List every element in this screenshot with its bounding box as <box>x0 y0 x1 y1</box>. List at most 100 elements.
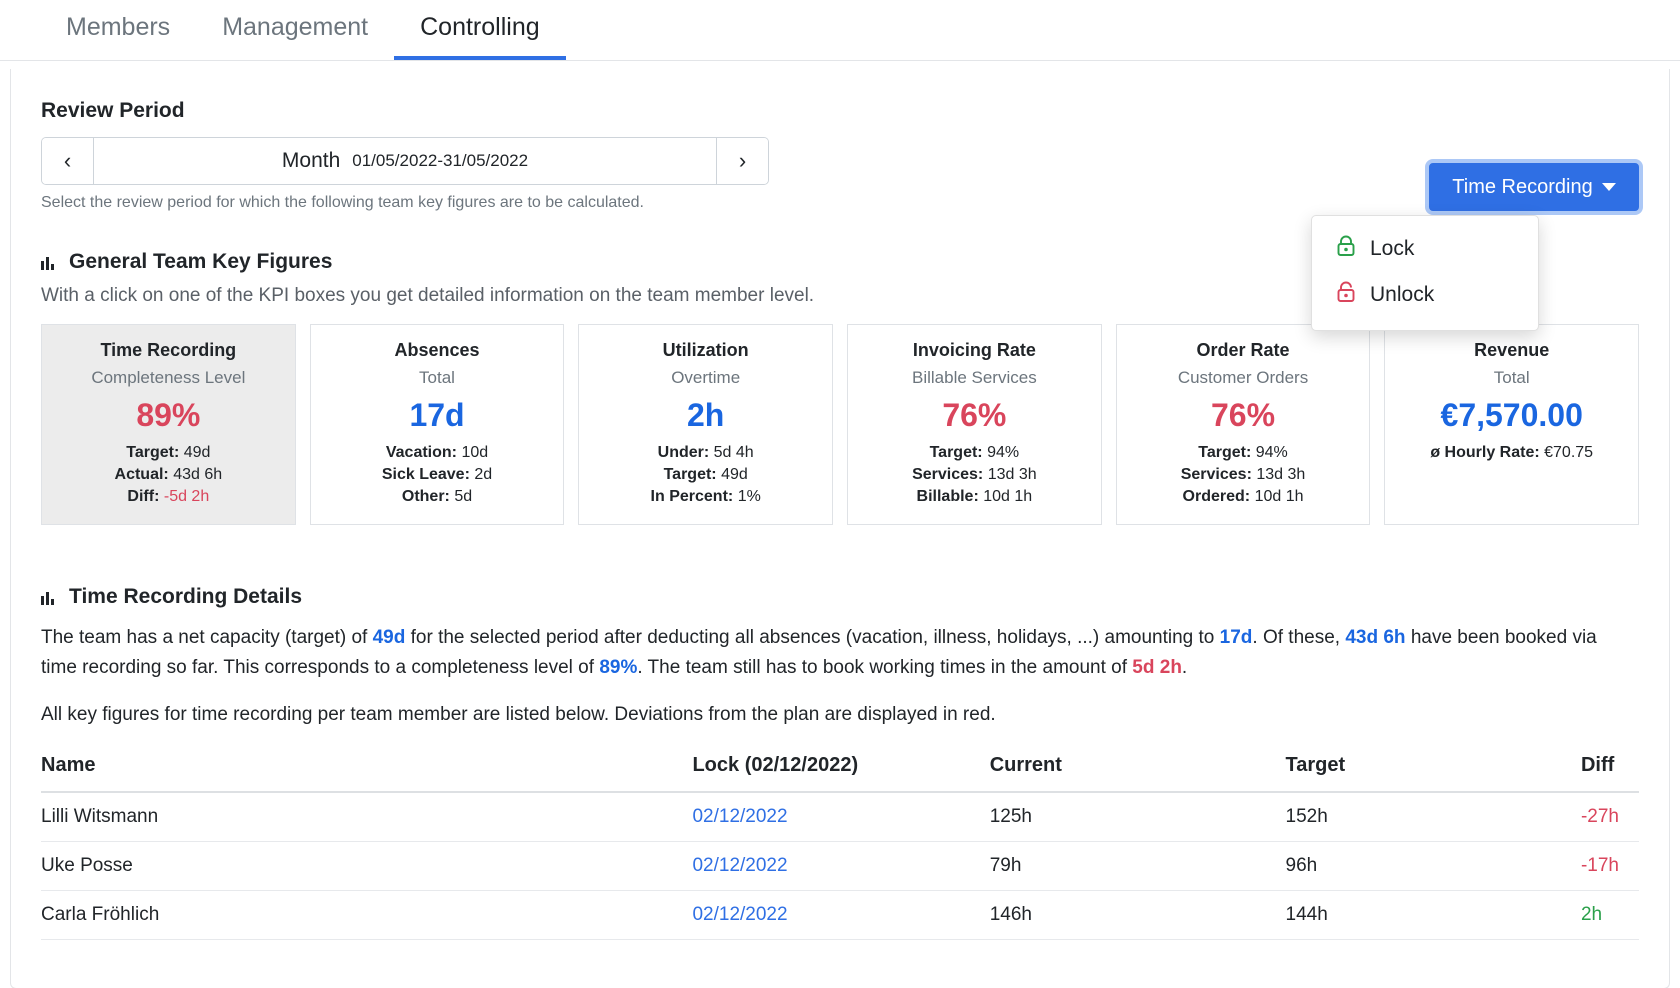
menu-item-unlock-label: Unlock <box>1370 283 1435 306</box>
kpi-detail-value: €70.75 <box>1544 444 1594 462</box>
lock-open-icon <box>1336 281 1356 309</box>
time-recording-button-label: Time Recording <box>1452 175 1593 198</box>
table-row: Uke Posse 02/12/2022 79h 96h -17h <box>41 841 1639 892</box>
cell-current: 146h <box>989 890 1286 941</box>
kpi-detail-label: Target: <box>1198 444 1252 462</box>
kpi-title: Time Recording <box>100 340 237 360</box>
kpi-detail-line: Actual: 43d 6h <box>50 466 287 484</box>
details-value-remaining: 5d 2h <box>1132 656 1182 678</box>
cell-lock-date-link[interactable]: 02/12/2022 <box>692 806 787 827</box>
details-text-5: . The team still has to book working tim… <box>637 656 1133 678</box>
cell-diff: 2h <box>1580 904 1603 926</box>
kpi-detail-label: In Percent: <box>650 488 734 506</box>
time-recording-dropdown: Time Recording Lock Unlock <box>1311 163 1639 331</box>
controlling-page: Members Management Controlling Review Pe… <box>0 0 1680 988</box>
period-display[interactable]: Month 01/05/2022-31/05/2022 <box>94 138 716 184</box>
kpi-detail-label: Diff: <box>127 488 160 506</box>
kpi-row: Time Recording Completeness Level 89% Ta… <box>41 324 1640 526</box>
kpi-title: Absences <box>394 340 480 360</box>
tab-management[interactable]: Management <box>196 15 394 60</box>
kpi-detail-label: Other: <box>401 488 450 506</box>
kpi-value: 17d <box>409 397 465 433</box>
kpi-detail-value: 13d 3h <box>987 466 1037 484</box>
kpi-box-invoicing-rate[interactable]: Invoicing Rate Billable Services 76% Tar… <box>847 324 1102 526</box>
chevron-down-icon <box>1601 183 1616 191</box>
kpi-box-utilization[interactable]: Utilization Overtime 2h Under: 5d 4h Tar… <box>578 324 834 526</box>
tab-members[interactable]: Members <box>40 15 196 60</box>
cell-name: Lilli Witsmann <box>41 792 693 843</box>
cell-target: 144h <box>1285 890 1581 941</box>
time-recording-button[interactable]: Time Recording <box>1429 163 1639 211</box>
kpi-detail-label: Services: <box>912 466 984 484</box>
kpi-detail-label: Sick Leave: <box>381 466 470 484</box>
kpi-detail-line: Services: 13d 3h <box>1125 466 1362 484</box>
kpi-value: 76% <box>1211 397 1276 433</box>
tab-controlling[interactable]: Controlling <box>394 15 566 60</box>
menu-item-unlock[interactable]: Unlock <box>1312 272 1538 318</box>
kpi-detail-value: 1% <box>737 488 761 506</box>
kpi-detail-line: ø Hourly Rate: €70.75 <box>1393 444 1630 462</box>
cell-current: 79h <box>989 841 1286 892</box>
kpi-detail-line: Billable: 10d 1h <box>856 488 1093 506</box>
kpi-detail-label: Billable: <box>916 488 979 506</box>
cell-lock-date-link[interactable]: 02/12/2022 <box>692 855 787 876</box>
kpi-box-absences[interactable]: Absences Total 17d Vacation: 10d Sick Le… <box>309 324 565 526</box>
kpi-detail-line: Vacation: 10d <box>319 444 556 462</box>
period-prev-button[interactable]: ‹ <box>42 138 94 184</box>
kpi-detail-line: Target: 94% <box>856 444 1093 462</box>
details-value-capacity: 49d <box>372 627 406 649</box>
kpi-box-time-recording[interactable]: Time Recording Completeness Level 89% Ta… <box>41 324 296 526</box>
menu-item-lock[interactable]: Lock <box>1312 226 1538 272</box>
kpi-value: 76% <box>942 397 1007 433</box>
column-header-current: Current <box>989 748 1286 794</box>
menu-item-lock-label: Lock <box>1370 237 1415 260</box>
kpi-box-order-rate[interactable]: Order Rate Customer Orders 76% Target: 9… <box>1115 324 1371 526</box>
kpi-detail-value: 13d 3h <box>1256 466 1306 484</box>
kpi-detail-label: Target: <box>929 444 983 462</box>
details-text-6: . <box>1181 656 1188 678</box>
cell-lock-date-link[interactable]: 02/12/2022 <box>692 904 787 925</box>
details-text-3: . Of these, <box>1252 627 1346 649</box>
details-value-absences: 17d <box>1219 627 1253 649</box>
kpi-box-revenue[interactable]: Revenue Total €7,570.00 ø Hourly Rate: €… <box>1384 324 1640 526</box>
kpi-title: Order Rate <box>1196 340 1290 360</box>
table-row: Lilli Witsmann 02/12/2022 125h 152h -27h <box>41 792 1639 843</box>
kpi-detail-line: Target: 49d <box>587 466 824 484</box>
period-range: 01/05/2022-31/05/2022 <box>352 151 529 170</box>
kpi-value: €7,570.00 <box>1440 397 1583 433</box>
kpi-detail-value: 49d <box>721 466 748 484</box>
cell-diff: -17h <box>1580 855 1619 877</box>
kpi-detail-value: 94% <box>1255 444 1288 462</box>
controlling-card: Review Period ‹ Month 01/05/2022-31/05/2… <box>10 69 1670 988</box>
kpi-subtitle: Completeness Level <box>91 368 246 387</box>
kpi-detail-value: 10d 1h <box>983 488 1033 506</box>
review-period-selector: ‹ Month 01/05/2022-31/05/2022 › <box>41 137 769 185</box>
column-header-lock: Lock (02/12/2022) <box>692 748 990 794</box>
period-next-button[interactable]: › <box>716 138 768 184</box>
kpi-value: 2h <box>687 397 725 433</box>
kpi-detail-label: Services: <box>1180 466 1252 484</box>
key-figures-heading: General Team Key Figures <box>69 250 333 273</box>
kpi-detail-value: 5d 4h <box>713 444 754 462</box>
bar-chart-icon <box>41 590 58 605</box>
column-header-diff: Diff <box>1580 748 1639 794</box>
kpi-subtitle: Total <box>1493 368 1530 387</box>
kpi-detail-value: 5d <box>454 488 473 506</box>
details-paragraph-2: All key figures for time recording per t… <box>41 704 996 726</box>
details-text-2: for the selected period after deducting … <box>405 627 1220 649</box>
kpi-title: Utilization <box>662 340 749 360</box>
kpi-detail-value: 43d 6h <box>173 466 223 484</box>
kpi-subtitle: Total <box>419 368 455 387</box>
details-header: Time Recording Details <box>41 585 1639 609</box>
kpi-detail-label: ø Hourly Rate: <box>1430 444 1540 462</box>
kpi-detail-label: Under: <box>657 444 710 462</box>
cell-target: 96h <box>1285 841 1581 892</box>
time-recording-table: Name Lock (02/12/2022) Current Target Di… <box>41 748 1639 941</box>
details-heading: Time Recording Details <box>69 585 303 609</box>
kpi-detail-line: Other: 5d <box>319 488 556 506</box>
cell-name: Carla Fröhlich <box>41 890 693 941</box>
kpi-detail-label: Target: <box>663 466 717 484</box>
kpi-detail-value: 2d <box>474 466 493 484</box>
cell-current: 125h <box>989 792 1286 843</box>
column-header-target: Target <box>1285 748 1581 794</box>
